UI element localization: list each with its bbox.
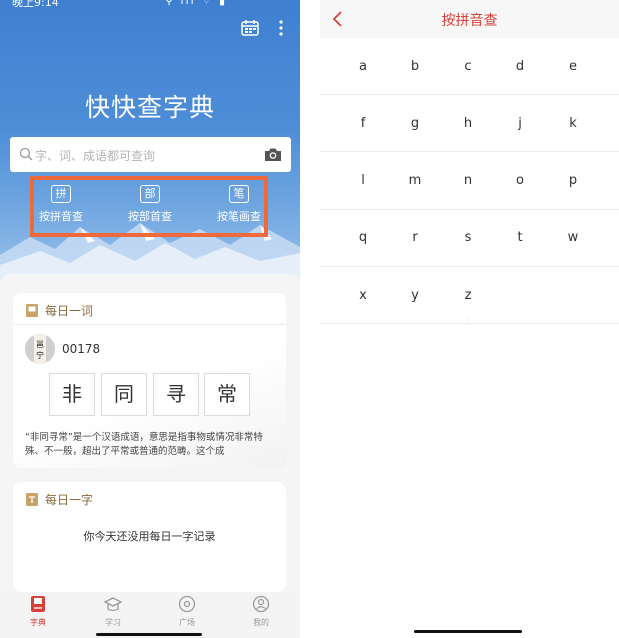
pinyin-lookup-screen: 按拼音查 a b c d e f g h j k l m n o p q r s… <box>320 0 619 638</box>
pinyin-lookup-label: 按拼音查 <box>39 210 83 223</box>
tab-label: 学习 <box>105 618 121 627</box>
letter-o[interactable]: o <box>505 173 535 188</box>
letter-h[interactable]: h <box>453 116 483 131</box>
daily-word-title: 每日一词 <box>45 304 94 318</box>
letter-b[interactable]: b <box>400 59 430 74</box>
word-char-cell: 寻 <box>153 373 199 416</box>
avatar-char-1: 邕 <box>36 339 44 349</box>
status-time: 晚上9:14 <box>12 0 59 9</box>
daily-char-card[interactable]: 每日一字 你今天还没用每日一字记录 <box>13 482 286 592</box>
row-divider <box>320 94 619 95</box>
avatar-char-2: 宁 <box>36 350 44 360</box>
letter-c[interactable]: c <box>453 59 483 74</box>
search-placeholder: 字、词、成语都可查询 <box>35 149 156 163</box>
word-char-cell: 常 <box>204 373 250 416</box>
letter-j[interactable]: j <box>505 116 535 131</box>
letter-w[interactable]: w <box>558 230 588 245</box>
stroke-lookup-label: 按笔画查 <box>217 210 261 223</box>
letter-p[interactable]: p <box>558 173 588 188</box>
character-card-icon <box>26 493 38 506</box>
tab-label: 字典 <box>30 618 46 627</box>
scroll-dot: · <box>467 316 470 325</box>
stroke-lookup-button[interactable]: 笔 按笔画查 <box>209 185 269 224</box>
tab-label: 我的 <box>253 618 269 627</box>
letter-t[interactable]: t <box>505 230 535 245</box>
compass-icon <box>178 595 196 613</box>
search-input[interactable]: 字、词、成语都可查询 <box>10 137 291 172</box>
letter-r[interactable]: r <box>400 230 430 245</box>
page-title: 按拼音查 <box>441 13 498 29</box>
status-icons: ⚲ ıll ⌔ ▮ <box>165 0 228 7</box>
pinyin-lookup-button[interactable]: 拼 按拼音查 <box>31 185 91 224</box>
letter-x[interactable]: x <box>348 288 378 303</box>
letter-q[interactable]: q <box>348 230 378 245</box>
word-char-cell: 非 <box>49 373 95 416</box>
tab-label: 广场 <box>179 618 195 627</box>
tab-study[interactable]: 学习 <box>83 595 143 628</box>
letter-l[interactable]: l <box>348 173 378 188</box>
daily-char-title: 每日一字 <box>45 493 94 507</box>
letter-m[interactable]: m <box>400 173 430 188</box>
radical-lookup-label: 按部首查 <box>128 210 172 223</box>
calligraphy-icon: 邕 宁 <box>25 334 55 364</box>
book-icon <box>26 304 38 317</box>
word-char-cell: 同 <box>101 373 147 416</box>
word-number: 00178 <box>62 342 101 356</box>
home-indicator <box>96 633 202 636</box>
letter-f[interactable]: f <box>348 116 378 131</box>
letter-g[interactable]: g <box>400 116 430 131</box>
radical-icon: 部 <box>140 185 160 203</box>
nav-header: 按拼音查 <box>320 0 619 38</box>
radical-lookup-button[interactable]: 部 按部首查 <box>120 185 180 224</box>
home-indicator <box>414 630 522 633</box>
dictionary-home-screen: 晚上9:14 ⚲ ıll ⌔ ▮ 快快查字典 字、词、成语都可查询 拼 按拼音查… <box>0 0 300 638</box>
app-title: 快快查字典 <box>84 93 215 122</box>
tab-dictionary[interactable]: 字典 <box>8 595 68 628</box>
letter-y[interactable]: y <box>400 288 430 303</box>
letter-e[interactable]: e <box>558 59 588 74</box>
stroke-icon: 笔 <box>229 185 249 203</box>
divider <box>13 324 286 325</box>
letter-k[interactable]: k <box>558 116 588 131</box>
more-options-icon[interactable] <box>276 18 286 38</box>
book-icon <box>31 596 45 612</box>
row-divider <box>320 151 619 152</box>
daily-word-card[interactable]: 每日一词 邕 宁 00178 非 同 寻 常 “非同寻常”是一个汉语成语，意思是… <box>13 293 286 468</box>
letter-n[interactable]: n <box>453 173 483 188</box>
graduation-cap-icon <box>104 597 122 612</box>
tab-profile[interactable]: 我的 <box>231 595 291 628</box>
user-icon <box>252 595 270 613</box>
avatar: 邕 宁 <box>25 334 55 364</box>
search-icon <box>19 147 33 161</box>
bottom-tab-bar: 字典 学习 广场 我的 <box>0 593 300 638</box>
calendar-icon[interactable] <box>241 20 259 36</box>
empty-state-text: 你今天还没用每日一字记录 <box>83 530 216 543</box>
letter-d[interactable]: d <box>505 59 535 74</box>
letter-s[interactable]: s <box>453 230 483 245</box>
row-divider <box>320 266 619 267</box>
camera-icon[interactable] <box>264 147 282 162</box>
tab-plaza[interactable]: 广场 <box>157 595 217 628</box>
pinyin-icon: 拼 <box>51 185 71 203</box>
word-description: “非同寻常”是一个汉语成语，意思是指事物或情况非常特殊、不一般，超出了平常或普通… <box>25 432 263 457</box>
letter-z[interactable]: z <box>453 288 483 303</box>
letter-a[interactable]: a <box>348 59 378 74</box>
row-divider <box>320 209 619 210</box>
